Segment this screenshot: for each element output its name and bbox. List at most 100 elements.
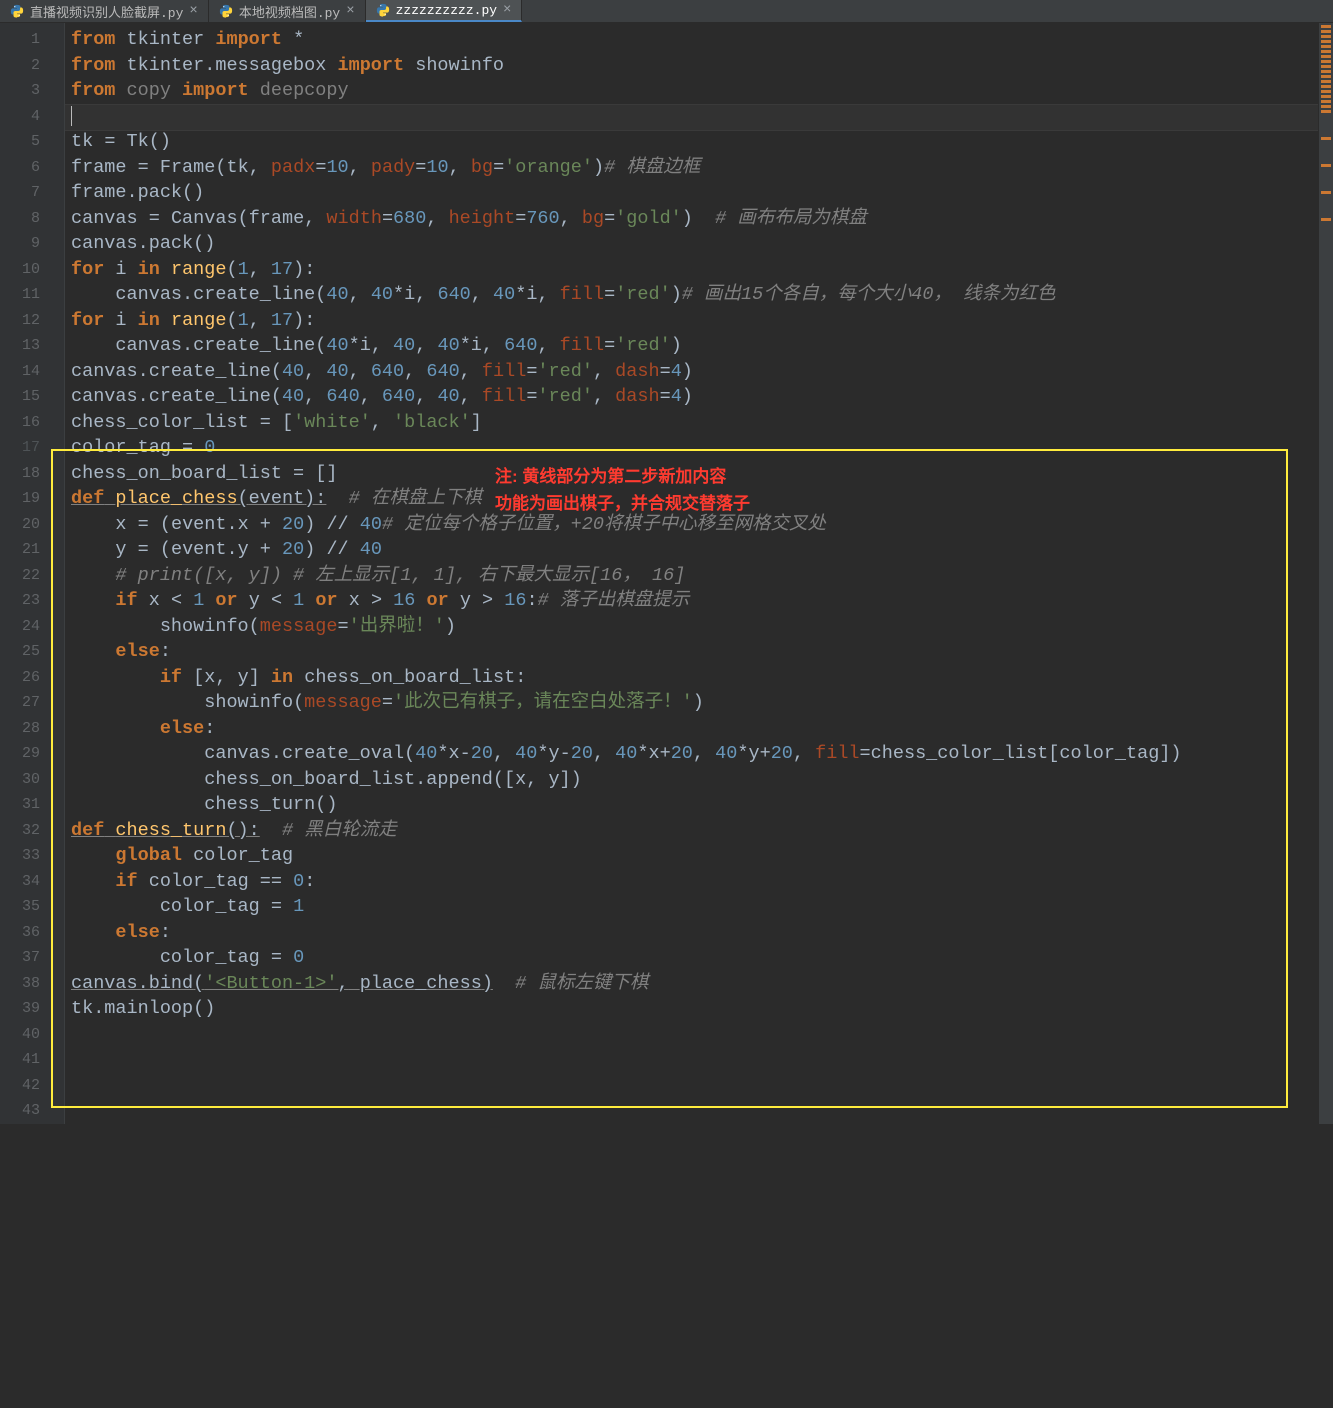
line-number[interactable]: 38 xyxy=(0,971,50,997)
warning-marker[interactable] xyxy=(1321,35,1331,38)
code-line[interactable]: frame = Frame(tk, padx=10, pady=10, bg='… xyxy=(71,155,1318,181)
code-line[interactable]: tk = Tk() xyxy=(71,129,1318,155)
line-number[interactable]: 43 xyxy=(0,1098,50,1124)
line-number[interactable]: 2 xyxy=(0,53,50,79)
line-number[interactable]: 9 xyxy=(0,231,50,257)
line-number[interactable]: 15 xyxy=(0,384,50,410)
warning-marker[interactable] xyxy=(1321,40,1331,43)
code-line[interactable]: from copy import deepcopy xyxy=(71,78,1318,104)
line-number[interactable]: 20 xyxy=(0,512,50,538)
code-line[interactable]: for i in range(1, 17): xyxy=(71,257,1318,283)
line-number[interactable]: 6 xyxy=(0,155,50,181)
warning-marker[interactable] xyxy=(1321,137,1331,140)
line-number[interactable]: 35 xyxy=(0,894,50,920)
line-number[interactable]: 30 xyxy=(0,767,50,793)
code-line[interactable]: canvas = Canvas(frame, width=680, height… xyxy=(71,206,1318,232)
warning-marker[interactable] xyxy=(1321,85,1331,88)
line-number[interactable]: 11 xyxy=(0,282,50,308)
line-number[interactable]: 42 xyxy=(0,1073,50,1099)
line-number[interactable]: 7 xyxy=(0,180,50,206)
line-number[interactable]: 13 xyxy=(0,333,50,359)
editor-tab[interactable]: zzzzzzzzzz.py× xyxy=(366,0,523,22)
code-area[interactable]: from tkinter import *from tkinter.messag… xyxy=(65,23,1318,1124)
code-line[interactable]: from tkinter import * xyxy=(71,27,1318,53)
code-line[interactable]: chess_turn() xyxy=(71,792,1318,818)
warning-marker[interactable] xyxy=(1321,60,1331,63)
line-number[interactable]: 36 xyxy=(0,920,50,946)
warning-marker[interactable] xyxy=(1321,30,1331,33)
line-number[interactable]: 21 xyxy=(0,537,50,563)
code-line[interactable]: canvas.create_oval(40*x-20, 40*y-20, 40*… xyxy=(71,741,1318,767)
code-line[interactable]: canvas.create_line(40, 640, 640, 40, fil… xyxy=(71,384,1318,410)
code-line[interactable]: canvas.create_line(40, 40, 640, 640, fil… xyxy=(71,359,1318,385)
error-stripe[interactable] xyxy=(1318,23,1333,1124)
code-line[interactable]: if color_tag == 0: xyxy=(71,869,1318,895)
line-number[interactable]: 8 xyxy=(0,206,50,232)
code-line[interactable]: y = (event.y + 20) // 40 xyxy=(71,537,1318,563)
line-number[interactable]: 27 xyxy=(0,690,50,716)
code-line[interactable]: global color_tag xyxy=(71,843,1318,869)
code-line[interactable]: # print([x, y]) # 左上显示[1, 1], 右下最大显示[16，… xyxy=(71,563,1318,589)
code-line[interactable] xyxy=(71,104,1318,130)
line-number[interactable]: 37 xyxy=(0,945,50,971)
code-line[interactable]: color_tag = 0 xyxy=(71,945,1318,971)
code-line[interactable]: showinfo(message='此次已有棋子，请在空白处落子！') xyxy=(71,690,1318,716)
line-number[interactable]: 14 xyxy=(0,359,50,385)
line-number[interactable]: 40 xyxy=(0,1022,50,1048)
line-number[interactable]: 16 xyxy=(0,410,50,436)
line-number[interactable]: 34 xyxy=(0,869,50,895)
code-line[interactable]: color_tag = 0 xyxy=(71,435,1318,461)
line-number[interactable]: 12 xyxy=(0,308,50,334)
code-line[interactable]: color_tag = 1 xyxy=(71,894,1318,920)
code-line[interactable]: canvas.pack() xyxy=(71,231,1318,257)
warning-marker[interactable] xyxy=(1321,218,1331,221)
warning-marker[interactable] xyxy=(1321,100,1331,103)
warning-marker[interactable] xyxy=(1321,80,1331,83)
warning-marker[interactable] xyxy=(1321,75,1331,78)
code-line[interactable]: tk.mainloop() xyxy=(71,996,1318,1022)
line-number[interactable]: 5 xyxy=(0,129,50,155)
warning-marker[interactable] xyxy=(1321,45,1331,48)
line-number[interactable]: 32 xyxy=(0,818,50,844)
warning-marker[interactable] xyxy=(1321,110,1331,113)
code-line[interactable]: else: xyxy=(71,920,1318,946)
close-icon[interactable]: × xyxy=(189,4,197,18)
warning-marker[interactable] xyxy=(1321,90,1331,93)
warning-marker[interactable] xyxy=(1321,25,1331,28)
code-line[interactable]: frame.pack() xyxy=(71,180,1318,206)
code-line[interactable]: canvas.create_line(40, 40*i, 640, 40*i, … xyxy=(71,282,1318,308)
line-number[interactable]: 31 xyxy=(0,792,50,818)
line-number[interactable]: 41 xyxy=(0,1047,50,1073)
code-line[interactable]: def chess_turn(): # 黑白轮流走 xyxy=(71,818,1318,844)
line-number[interactable]: 18 xyxy=(0,461,50,487)
line-number[interactable]: 24 xyxy=(0,614,50,640)
code-line[interactable]: chess_color_list = ['white', 'black'] xyxy=(71,410,1318,436)
code-line[interactable]: for i in range(1, 17): xyxy=(71,308,1318,334)
warning-marker[interactable] xyxy=(1321,105,1331,108)
warning-marker[interactable] xyxy=(1321,95,1331,98)
line-number[interactable]: 19 xyxy=(0,486,50,512)
code-line[interactable]: showinfo(message='出界啦！') xyxy=(71,614,1318,640)
editor-tab[interactable]: 本地视频档图.py× xyxy=(209,0,366,22)
warning-marker[interactable] xyxy=(1321,65,1331,68)
code-editor[interactable]: 1234567891011121314151617181920212223242… xyxy=(0,23,1333,1124)
code-line[interactable]: chess_on_board_list.append([x, y]) xyxy=(71,767,1318,793)
code-line[interactable]: if x < 1 or y < 1 or x > 16 or y > 16:# … xyxy=(71,588,1318,614)
warning-marker[interactable] xyxy=(1321,55,1331,58)
warning-marker[interactable] xyxy=(1321,191,1331,194)
close-icon[interactable]: × xyxy=(346,4,354,18)
line-number[interactable]: 22 xyxy=(0,563,50,589)
code-line[interactable]: else: xyxy=(71,639,1318,665)
line-number[interactable]: 29 xyxy=(0,741,50,767)
code-line[interactable]: from tkinter.messagebox import showinfo xyxy=(71,53,1318,79)
code-line[interactable]: canvas.create_line(40*i, 40, 40*i, 640, … xyxy=(71,333,1318,359)
warning-marker[interactable] xyxy=(1321,70,1331,73)
code-line[interactable]: if [x, y] in chess_on_board_list: xyxy=(71,665,1318,691)
editor-tab[interactable]: 直播视频识别人脸截屏.py× xyxy=(0,0,209,22)
line-number[interactable]: 28 xyxy=(0,716,50,742)
code-line[interactable]: canvas.bind('<Button-1>', place_chess) #… xyxy=(71,971,1318,997)
line-number[interactable]: 3 xyxy=(0,78,50,104)
line-number[interactable]: 1 xyxy=(0,27,50,53)
line-number[interactable]: 17 xyxy=(0,435,50,461)
line-number[interactable]: 4 xyxy=(0,104,50,130)
